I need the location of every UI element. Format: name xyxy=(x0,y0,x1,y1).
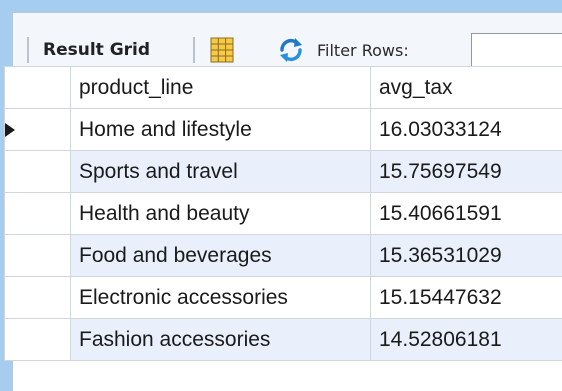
cell-avg-tax[interactable]: 14.52806181 xyxy=(371,319,562,361)
filter-rows-label: Filter Rows: xyxy=(317,41,409,61)
row-indicator[interactable] xyxy=(5,277,71,319)
column-header-label: avg_tax xyxy=(371,76,453,99)
cell-text: 14.52806181 xyxy=(371,328,502,351)
table-row[interactable]: Fashion accessories 14.52806181 xyxy=(5,319,562,361)
cell-text: 15.15447632 xyxy=(371,286,502,309)
row-indicator[interactable] xyxy=(5,319,71,361)
row-indicator[interactable] xyxy=(5,235,71,277)
cell-product-line[interactable]: Food and beverages xyxy=(71,235,371,277)
cell-avg-tax[interactable]: 16.03033124 xyxy=(371,109,562,151)
cell-text: Fashion accessories xyxy=(71,328,270,351)
cell-text: Food and beverages xyxy=(71,244,272,267)
result-grid-tab[interactable]: Result Grid xyxy=(43,39,150,61)
toolbar-separator xyxy=(27,37,29,63)
grid-header-row: product_line avg_tax xyxy=(5,67,562,109)
table-row[interactable]: Home and lifestyle 16.03033124 xyxy=(5,109,562,151)
column-header-label: product_line xyxy=(71,76,193,99)
row-indicator[interactable] xyxy=(5,193,71,235)
result-grid: product_line avg_tax Home and lifestyle … xyxy=(4,66,562,361)
cell-text: 15.36531029 xyxy=(371,244,502,267)
cell-text: 16.03033124 xyxy=(371,118,502,141)
table-row[interactable]: Sports and travel 15.75697549 xyxy=(5,151,562,193)
cell-product-line[interactable]: Fashion accessories xyxy=(71,319,371,361)
refresh-icon[interactable] xyxy=(276,35,306,65)
cell-avg-tax[interactable]: 15.36531029 xyxy=(371,235,562,277)
row-indicator[interactable] xyxy=(5,151,71,193)
cell-avg-tax[interactable]: 15.15447632 xyxy=(371,277,562,319)
table-row[interactable]: Health and beauty 15.40661591 xyxy=(5,193,562,235)
cell-text: Electronic accessories xyxy=(71,286,288,309)
table-row[interactable]: Electronic accessories 15.15447632 xyxy=(5,277,562,319)
table-row[interactable]: Food and beverages 15.36531029 xyxy=(5,235,562,277)
row-indicator-header xyxy=(5,67,71,109)
column-header-avg-tax[interactable]: avg_tax xyxy=(371,67,562,109)
cell-text: Health and beauty xyxy=(71,202,249,225)
cell-product-line[interactable]: Health and beauty xyxy=(71,193,371,235)
grid-view-icon[interactable] xyxy=(208,36,236,64)
current-row-pointer-icon xyxy=(5,123,15,137)
cell-text: 15.75697549 xyxy=(371,160,502,183)
cell-text: Sports and travel xyxy=(71,160,238,183)
cell-product-line[interactable]: Sports and travel xyxy=(71,151,371,193)
row-indicator[interactable] xyxy=(5,109,71,151)
toolbar-separator xyxy=(193,37,195,63)
cell-product-line[interactable]: Home and lifestyle xyxy=(71,109,371,151)
cell-product-line[interactable]: Electronic accessories xyxy=(71,277,371,319)
cell-text: Home and lifestyle xyxy=(71,118,252,141)
column-header-product-line[interactable]: product_line xyxy=(71,67,371,109)
filter-rows-input[interactable] xyxy=(471,33,562,69)
cell-avg-tax[interactable]: 15.40661591 xyxy=(371,193,562,235)
cell-text: 15.40661591 xyxy=(371,202,502,225)
cell-avg-tax[interactable]: 15.75697549 xyxy=(371,151,562,193)
